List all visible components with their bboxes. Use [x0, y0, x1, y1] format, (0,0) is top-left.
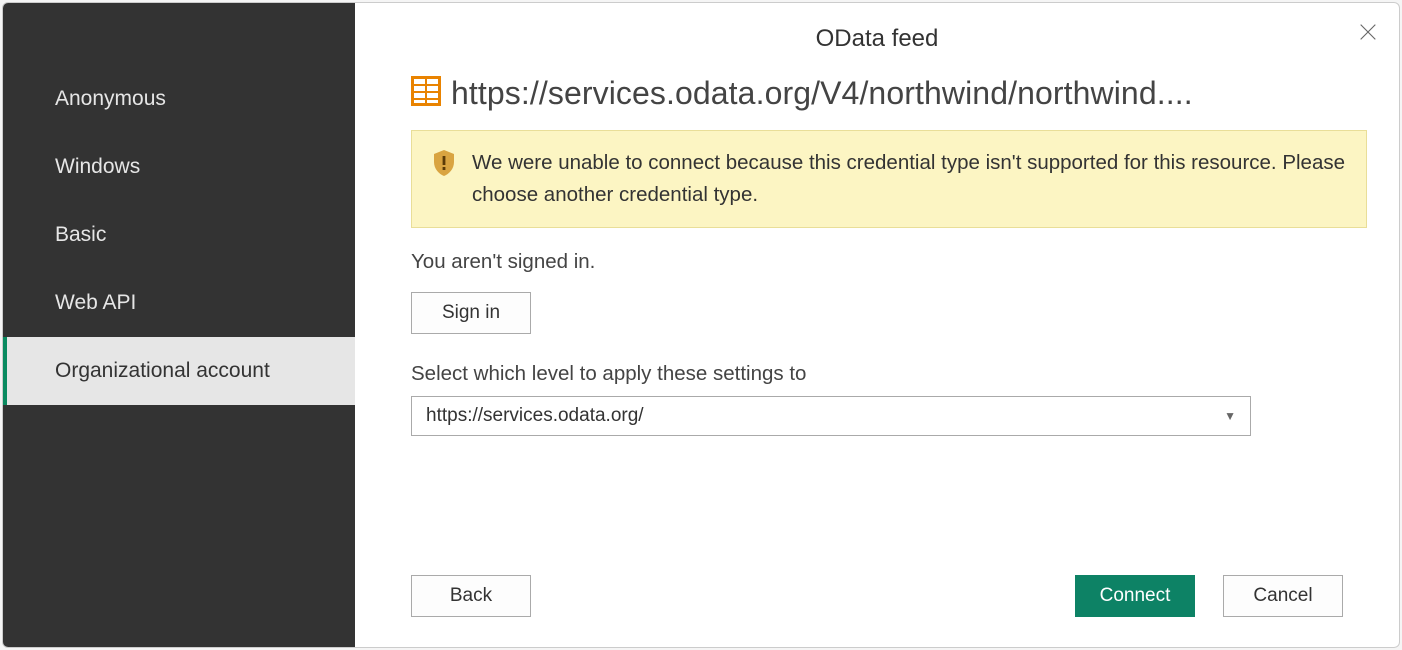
footer-right-buttons: Connect Cancel [1075, 575, 1343, 617]
sidebar-item-organizational-account[interactable]: Organizational account [3, 337, 355, 405]
sidebar-item-basic[interactable]: Basic [3, 201, 355, 269]
cancel-button[interactable]: Cancel [1223, 575, 1343, 617]
main-panel: OData feed https://se [355, 3, 1399, 647]
back-button[interactable]: Back [411, 575, 531, 617]
feed-url-text: https://services.odata.org/V4/northwind/… [451, 75, 1371, 112]
warning-banner: We were unable to connect because this c… [411, 130, 1367, 228]
sidebar-item-label: Anonymous [55, 87, 166, 110]
sidebar-item-label: Web API [55, 291, 136, 314]
dialog-footer: Back Connect Cancel [355, 575, 1399, 647]
odata-feed-icon [411, 76, 441, 111]
sidebar-item-label: Basic [55, 223, 106, 246]
warning-message: We were unable to connect because this c… [472, 147, 1346, 211]
sidebar-item-label: Organizational account [55, 359, 270, 382]
sidebar-item-anonymous[interactable]: Anonymous [3, 65, 355, 133]
sidebar-item-windows[interactable]: Windows [3, 133, 355, 201]
warning-shield-icon [432, 149, 456, 182]
close-button[interactable] [1357, 21, 1379, 48]
level-select-dropdown[interactable]: https://services.odata.org/ ▼ [411, 396, 1251, 436]
connect-button[interactable]: Connect [1075, 575, 1195, 617]
sidebar-item-web-api[interactable]: Web API [3, 269, 355, 337]
feed-url-row: https://services.odata.org/V4/northwind/… [411, 75, 1371, 112]
level-select-label: Select which level to apply these settin… [411, 362, 1371, 386]
close-icon [1357, 30, 1379, 47]
credential-type-sidebar: Anonymous Windows Basic Web API Organiza… [3, 3, 355, 647]
odata-credentials-dialog: Anonymous Windows Basic Web API Organiza… [2, 2, 1400, 648]
level-select-value: https://services.odata.org/ [426, 405, 644, 427]
signin-status: You aren't signed in. [411, 250, 1371, 274]
content-area: https://services.odata.org/V4/northwind/… [355, 63, 1399, 575]
sign-in-button[interactable]: Sign in [411, 292, 531, 334]
sidebar-item-label: Windows [55, 155, 140, 178]
chevron-down-icon: ▼ [1224, 409, 1236, 423]
dialog-title: OData feed [355, 3, 1399, 63]
